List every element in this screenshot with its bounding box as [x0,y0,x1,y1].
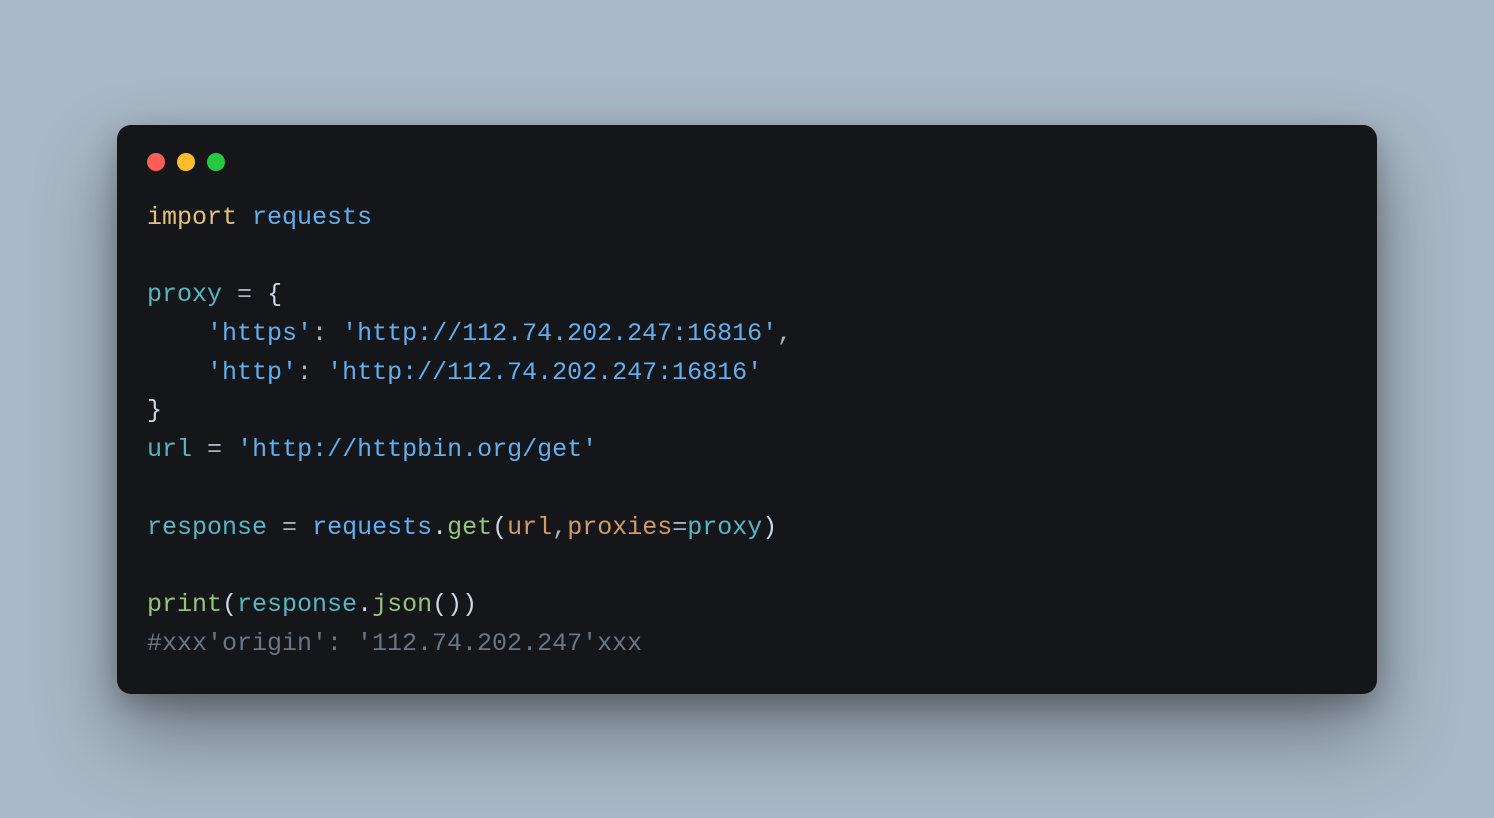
window-titlebar [147,153,1347,199]
code-colon: : [312,319,327,348]
code-var: url [147,435,192,464]
window-zoom-icon[interactable] [207,153,225,171]
code-string: 'http' [207,358,297,387]
code-indent [147,319,207,348]
code-brace: { [267,280,282,309]
code-comma: , [777,319,792,348]
code-dot: . [357,590,372,619]
code-ident: url [507,513,552,542]
code-string: 'http://httpbin.org/get' [237,435,597,464]
code-paren: ) [462,590,477,619]
code-paren: ) [447,590,462,619]
code-func: get [447,513,492,542]
code-brace: } [147,396,162,425]
window-close-icon[interactable] [147,153,165,171]
code-string: 'http://112.74.202.247:16816' [327,358,762,387]
code-var: response [147,513,267,542]
code-var: proxy [687,513,762,542]
code-func: json [372,590,432,619]
code-op: = [237,280,252,309]
code-func: print [147,590,222,619]
code-dot: . [432,513,447,542]
code-op: = [672,513,687,542]
code-paren: ( [222,590,237,619]
code-comma: , [552,513,567,542]
code-string: 'https' [207,319,312,348]
code-op: = [207,435,222,464]
code-block: import requests proxy = { 'https': 'http… [147,199,1347,664]
code-paren: ) [762,513,777,542]
code-keyword: import [147,203,237,232]
code-comment: #xxx'origin': '112.74.202.247'xxx [147,629,642,658]
code-var: proxy [147,280,222,309]
code-module: requests [252,203,372,232]
code-string: 'http://112.74.202.247:16816' [342,319,777,348]
code-paren: ( [492,513,507,542]
code-indent [147,358,207,387]
code-module: requests [312,513,432,542]
window-minimize-icon[interactable] [177,153,195,171]
code-op: = [282,513,297,542]
code-colon: : [297,358,312,387]
code-paren: ( [432,590,447,619]
code-var: response [237,590,357,619]
code-window: import requests proxy = { 'https': 'http… [117,125,1377,694]
code-ident: proxies [567,513,672,542]
